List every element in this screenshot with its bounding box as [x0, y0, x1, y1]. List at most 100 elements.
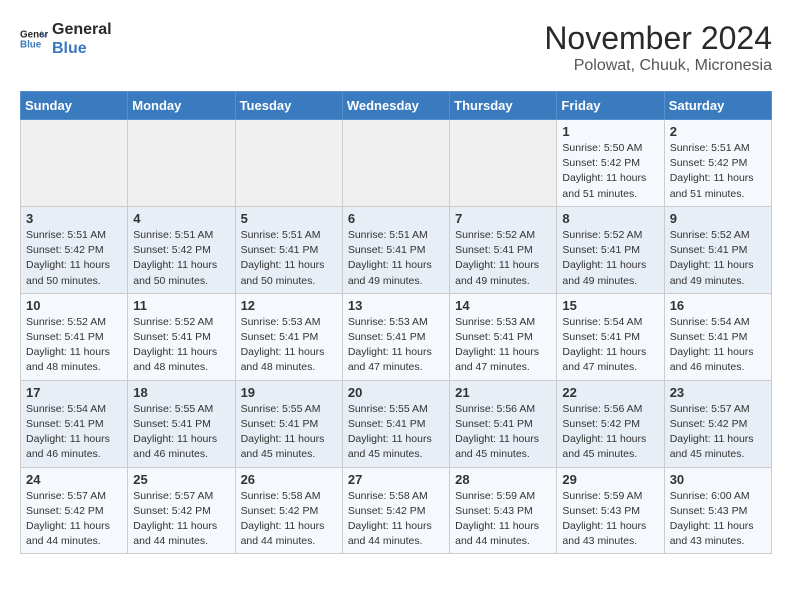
day-cell [128, 120, 235, 207]
day-cell: 10 Sunrise: 5:52 AM Sunset: 5:41 PM Dayli… [21, 293, 128, 380]
day-number: 10 [26, 298, 122, 313]
week-row-3: 10 Sunrise: 5:52 AM Sunset: 5:41 PM Dayli… [21, 293, 772, 380]
day-cell: 21 Sunrise: 5:56 AM Sunset: 5:41 PM Dayli… [450, 380, 557, 467]
day-number: 24 [26, 472, 122, 487]
day-number: 8 [562, 211, 658, 226]
calendar-header: SundayMondayTuesdayWednesdayThursdayFrid… [21, 92, 772, 120]
svg-text:Blue: Blue [20, 40, 42, 51]
day-info: Sunrise: 5:55 AM Sunset: 5:41 PM Dayligh… [133, 402, 229, 463]
calendar-body: 1Sunrise: 5:50 AM Sunset: 5:42 PM Daylig… [21, 120, 772, 554]
day-cell: 23 Sunrise: 5:57 AM Sunset: 5:42 PM Dayli… [664, 380, 771, 467]
week-row-4: 17 Sunrise: 5:54 AM Sunset: 5:41 PM Dayli… [21, 380, 772, 467]
day-info: Sunrise: 5:54 AM Sunset: 5:41 PM Dayligh… [562, 315, 658, 376]
day-number: 13 [348, 298, 444, 313]
day-info: Sunrise: 5:54 AM Sunset: 5:41 PM Dayligh… [26, 402, 122, 463]
header-cell-friday: Friday [557, 92, 664, 120]
day-cell: 6 Sunrise: 5:51 AM Sunset: 5:41 PM Daylig… [342, 206, 449, 293]
day-cell: 19Sunrise: 5:55 AM Sunset: 5:41 PM Dayli… [235, 380, 342, 467]
day-info: Sunrise: 5:53 AM Sunset: 5:41 PM Dayligh… [455, 315, 551, 376]
day-info: Sunrise: 5:54 AM Sunset: 5:41 PM Dayligh… [670, 315, 766, 376]
day-cell: 4 Sunrise: 5:51 AM Sunset: 5:42 PM Daylig… [128, 206, 235, 293]
day-cell: 24Sunrise: 5:57 AM Sunset: 5:42 PM Dayli… [21, 467, 128, 554]
day-number: 3 [26, 211, 122, 226]
day-info: Sunrise: 6:00 AM Sunset: 5:43 PM Dayligh… [670, 489, 766, 550]
header-row: SundayMondayTuesdayWednesdayThursdayFrid… [21, 92, 772, 120]
header-cell-monday: Monday [128, 92, 235, 120]
day-cell: 12 Sunrise: 5:53 AM Sunset: 5:41 PM Dayli… [235, 293, 342, 380]
day-cell: 9Sunrise: 5:52 AM Sunset: 5:41 PM Daylig… [664, 206, 771, 293]
day-number: 5 [241, 211, 337, 226]
day-number: 6 [348, 211, 444, 226]
day-number: 11 [133, 298, 229, 313]
header-cell-saturday: Saturday [664, 92, 771, 120]
week-row-1: 1Sunrise: 5:50 AM Sunset: 5:42 PM Daylig… [21, 120, 772, 207]
header-cell-tuesday: Tuesday [235, 92, 342, 120]
day-number: 2 [670, 124, 766, 139]
day-info: Sunrise: 5:59 AM Sunset: 5:43 PM Dayligh… [455, 489, 551, 550]
day-cell: 5 Sunrise: 5:51 AM Sunset: 5:41 PM Daylig… [235, 206, 342, 293]
day-cell: 13 Sunrise: 5:53 AM Sunset: 5:41 PM Dayli… [342, 293, 449, 380]
day-cell [21, 120, 128, 207]
day-cell: 11Sunrise: 5:52 AM Sunset: 5:41 PM Dayli… [128, 293, 235, 380]
day-cell: 2 Sunrise: 5:51 AM Sunset: 5:42 PM Daylig… [664, 120, 771, 207]
day-info: Sunrise: 5:57 AM Sunset: 5:42 PM Dayligh… [670, 402, 766, 463]
day-cell: 25Sunrise: 5:57 AM Sunset: 5:42 PM Dayli… [128, 467, 235, 554]
month-title: November 2024 [544, 20, 772, 57]
day-number: 17 [26, 385, 122, 400]
day-number: 7 [455, 211, 551, 226]
day-cell: 14 Sunrise: 5:53 AM Sunset: 5:41 PM Dayli… [450, 293, 557, 380]
day-cell: 30 Sunrise: 6:00 AM Sunset: 5:43 PM Dayli… [664, 467, 771, 554]
day-number: 22 [562, 385, 658, 400]
week-row-2: 3 Sunrise: 5:51 AM Sunset: 5:42 PM Daylig… [21, 206, 772, 293]
day-cell [450, 120, 557, 207]
day-cell: 26Sunrise: 5:58 AM Sunset: 5:42 PM Dayli… [235, 467, 342, 554]
logo: General Blue General Blue [20, 20, 112, 58]
header-cell-wednesday: Wednesday [342, 92, 449, 120]
day-number: 14 [455, 298, 551, 313]
day-cell [235, 120, 342, 207]
day-info: Sunrise: 5:51 AM Sunset: 5:42 PM Dayligh… [133, 228, 229, 289]
day-info: Sunrise: 5:51 AM Sunset: 5:42 PM Dayligh… [26, 228, 122, 289]
day-cell: 22 Sunrise: 5:56 AM Sunset: 5:42 PM Dayli… [557, 380, 664, 467]
day-cell: 8Sunrise: 5:52 AM Sunset: 5:41 PM Daylig… [557, 206, 664, 293]
day-number: 27 [348, 472, 444, 487]
week-row-5: 24Sunrise: 5:57 AM Sunset: 5:42 PM Dayli… [21, 467, 772, 554]
day-info: Sunrise: 5:59 AM Sunset: 5:43 PM Dayligh… [562, 489, 658, 550]
day-info: Sunrise: 5:53 AM Sunset: 5:41 PM Dayligh… [348, 315, 444, 376]
header-cell-thursday: Thursday [450, 92, 557, 120]
day-number: 15 [562, 298, 658, 313]
day-number: 4 [133, 211, 229, 226]
day-number: 19 [241, 385, 337, 400]
day-cell: 15 Sunrise: 5:54 AM Sunset: 5:41 PM Dayli… [557, 293, 664, 380]
calendar-table: SundayMondayTuesdayWednesdayThursdayFrid… [20, 91, 772, 554]
day-cell: 28 Sunrise: 5:59 AM Sunset: 5:43 PM Dayli… [450, 467, 557, 554]
logo-icon: General Blue [20, 25, 48, 53]
day-info: Sunrise: 5:51 AM Sunset: 5:41 PM Dayligh… [241, 228, 337, 289]
day-info: Sunrise: 5:52 AM Sunset: 5:41 PM Dayligh… [670, 228, 766, 289]
header: General Blue General Blue November 2024 … [20, 20, 772, 75]
day-number: 18 [133, 385, 229, 400]
day-info: Sunrise: 5:53 AM Sunset: 5:41 PM Dayligh… [241, 315, 337, 376]
day-number: 16 [670, 298, 766, 313]
day-info: Sunrise: 5:51 AM Sunset: 5:41 PM Dayligh… [348, 228, 444, 289]
day-cell [342, 120, 449, 207]
day-info: Sunrise: 5:52 AM Sunset: 5:41 PM Dayligh… [26, 315, 122, 376]
day-info: Sunrise: 5:56 AM Sunset: 5:41 PM Dayligh… [455, 402, 551, 463]
header-cell-sunday: Sunday [21, 92, 128, 120]
day-number: 30 [670, 472, 766, 487]
day-info: Sunrise: 5:51 AM Sunset: 5:42 PM Dayligh… [670, 141, 766, 202]
title-area: November 2024 Polowat, Chuuk, Micronesia [544, 20, 772, 75]
day-cell: 27Sunrise: 5:58 AM Sunset: 5:42 PM Dayli… [342, 467, 449, 554]
day-info: Sunrise: 5:55 AM Sunset: 5:41 PM Dayligh… [348, 402, 444, 463]
day-number: 12 [241, 298, 337, 313]
day-cell: 20Sunrise: 5:55 AM Sunset: 5:41 PM Dayli… [342, 380, 449, 467]
day-number: 23 [670, 385, 766, 400]
day-number: 21 [455, 385, 551, 400]
day-info: Sunrise: 5:50 AM Sunset: 5:42 PM Dayligh… [562, 141, 658, 202]
day-number: 29 [562, 472, 658, 487]
location-title: Polowat, Chuuk, Micronesia [544, 57, 772, 75]
day-number: 28 [455, 472, 551, 487]
day-cell: 7Sunrise: 5:52 AM Sunset: 5:41 PM Daylig… [450, 206, 557, 293]
logo-line2: Blue [52, 39, 112, 58]
day-info: Sunrise: 5:56 AM Sunset: 5:42 PM Dayligh… [562, 402, 658, 463]
